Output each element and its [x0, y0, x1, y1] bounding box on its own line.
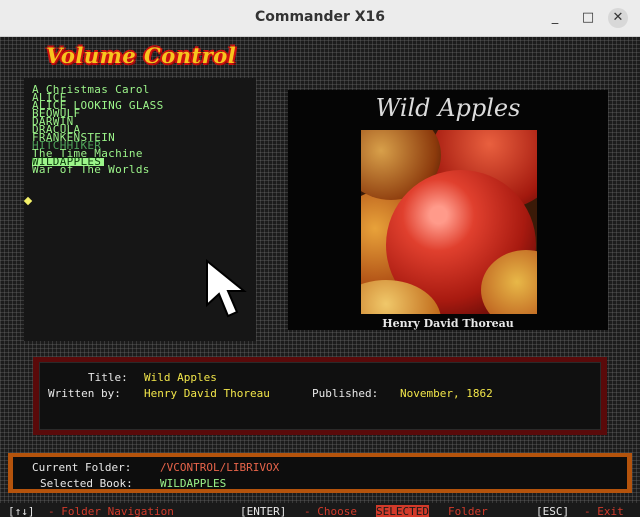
book-info-panel: Title: Wild Apples Written by: Henry Dav… [33, 357, 607, 435]
help-esc-desc: - Exit [584, 505, 624, 517]
selection-marker-icon [23, 196, 33, 206]
help-nav-desc: - Folder Navigation [48, 505, 174, 517]
cover-art-panel: Wild Apples Henry David Thoreau [288, 90, 608, 330]
folder-status-panel: Current Folder: /VCONTROL/LIBRIVOX Selec… [8, 453, 632, 493]
help-enter-desc: - Choose [304, 505, 357, 517]
app-logo: Volume Control [46, 43, 237, 68]
help-enter-desc-folder: Folder [448, 505, 488, 517]
cover-author: Henry David Thoreau [382, 317, 514, 330]
window-title: Commander X16 [254, 9, 386, 25]
close-button[interactable]: ✕ [608, 8, 628, 28]
title-value: Wild Apples [144, 371, 217, 384]
emulator-screen[interactable]: Volume Control A Christmas Carol ALICE A… [0, 37, 640, 517]
folder-status-content: Current Folder: /VCONTROL/LIBRIVOX Selec… [13, 457, 627, 490]
book-info-content: Title: Wild Apples Written by: Henry Dav… [39, 362, 601, 430]
current-folder-value: /VCONTROL/LIBRIVOX [160, 461, 280, 474]
maximize-button[interactable]: □ [578, 8, 598, 28]
book-item-war-of-the-worlds[interactable]: War of The Worlds [32, 164, 150, 175]
cover-apples-image [361, 130, 537, 314]
help-enter-key: [ENTER] [240, 505, 287, 517]
help-nav-key: [↑↓] [8, 505, 35, 517]
keyboard-help-bar: [↑↓] - Folder Navigation [ENTER] - Choos… [0, 503, 640, 517]
selected-book-label: Selected Book: [40, 477, 133, 490]
minimize-button[interactable]: _ [545, 8, 565, 28]
window-titlebar: Commander X16 _ □ ✕ [0, 0, 640, 37]
published-label: Published: [312, 387, 379, 400]
published-value: November, 1862 [400, 387, 493, 400]
title-label: Title: [88, 371, 128, 384]
selected-book-value: WILDAPPLES [160, 477, 227, 490]
current-folder-label: Current Folder: [32, 461, 132, 474]
mouse-pointer-icon [204, 258, 254, 319]
help-enter-highlight: SELECTED [376, 505, 429, 517]
help-esc-key: [ESC] [536, 505, 570, 517]
cover-title: Wild Apples [375, 94, 521, 122]
author-label: Written by: [48, 387, 121, 400]
author-value: Henry David Thoreau [144, 387, 270, 400]
